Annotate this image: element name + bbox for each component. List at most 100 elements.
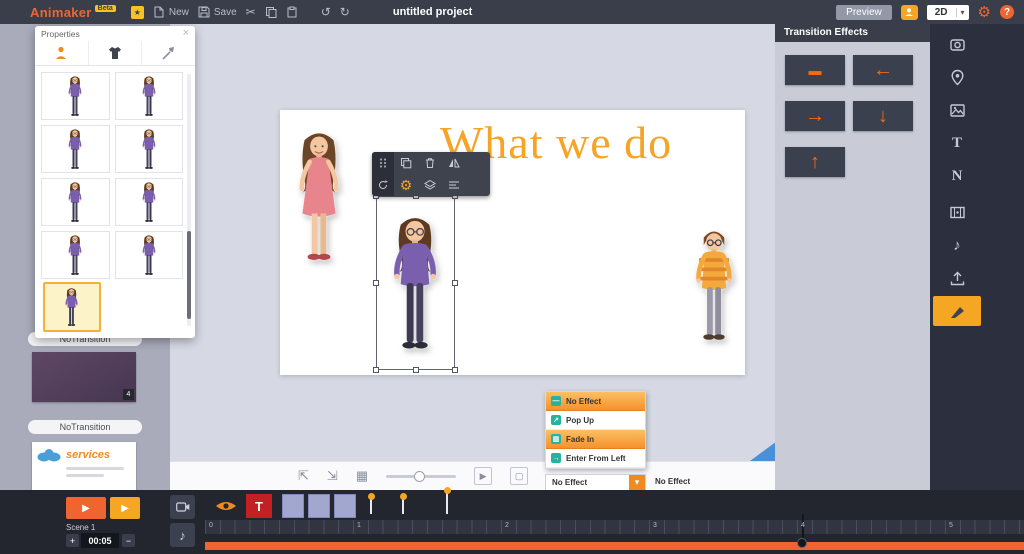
timeline-camera-icon[interactable]: [170, 495, 195, 519]
pose-thumbnail[interactable]: [41, 178, 110, 226]
number-tool-icon[interactable]: N: [933, 162, 981, 191]
ruler-number: 0: [209, 522, 213, 529]
flip-horizontal-icon[interactable]: [442, 152, 466, 174]
timeline-asset-thumb[interactable]: [308, 494, 330, 518]
effect-icon: —: [551, 396, 561, 406]
playhead-knob[interactable]: [797, 538, 807, 548]
zoom-slider-knob[interactable]: [414, 471, 425, 482]
copy-object-icon[interactable]: [394, 152, 418, 174]
resize-handle[interactable]: [452, 367, 458, 373]
camera-icon[interactable]: [933, 30, 981, 59]
character-pink-dress-woman[interactable]: [288, 116, 350, 282]
transition-label[interactable]: NoTransition: [28, 420, 142, 434]
preview-button[interactable]: Preview: [836, 5, 892, 20]
effect-option-no-effect[interactable]: — No Effect: [546, 392, 645, 411]
increase-duration-button[interactable]: +: [66, 534, 79, 547]
fill-screen-icon[interactable]: ⇲: [327, 468, 338, 484]
transition-none-button[interactable]: ▬: [785, 55, 845, 85]
properties-scrollbar-thumb[interactable]: [187, 231, 191, 319]
effect-option-label: Enter From Left: [566, 454, 626, 463]
beta-badge: Beta: [95, 5, 116, 12]
effect-option-fade-in[interactable]: ▥ Fade In: [546, 430, 645, 449]
pose-thumbnail[interactable]: [115, 72, 184, 120]
location-pin-icon[interactable]: [933, 63, 981, 92]
resize-handle[interactable]: [373, 367, 379, 373]
timeline-panel: ▶ ▶ Scene 1 + 00:05 − ♪ T 0 1 2 3 4 5: [0, 490, 1024, 554]
resize-handle[interactable]: [413, 367, 419, 373]
cloud-icon: [36, 447, 62, 463]
fullscreen-icon[interactable]: ▢: [510, 467, 528, 485]
paste-icon[interactable]: [286, 6, 298, 18]
drag-handle[interactable]: [372, 152, 394, 174]
transition-up-button[interactable]: ↑: [785, 147, 845, 177]
close-icon[interactable]: ×: [183, 28, 189, 39]
video-clip-icon[interactable]: [933, 198, 981, 227]
redo-icon[interactable]: ↻: [340, 6, 350, 18]
rotate-icon[interactable]: [372, 174, 394, 196]
pose-thumbnail[interactable]: [115, 231, 184, 279]
copy-icon[interactable]: [265, 6, 277, 18]
tab-outfit[interactable]: [88, 41, 142, 65]
grid-toggle-icon[interactable]: ▦: [356, 468, 368, 484]
scene-thumbnail[interactable]: 4: [32, 352, 136, 402]
music-icon[interactable]: ♪: [933, 231, 981, 260]
effects-tool-selected[interactable]: [933, 296, 981, 326]
upgrade-icon[interactable]: ★: [131, 6, 144, 19]
pose-thumbnail[interactable]: [41, 231, 110, 279]
fit-screen-icon[interactable]: ⇱: [298, 468, 309, 484]
timeline-progress-bar[interactable]: [205, 542, 1024, 550]
pose-thumbnail[interactable]: [115, 125, 184, 173]
transition-right-button[interactable]: →: [785, 101, 845, 131]
pose-thumbnail[interactable]: [115, 178, 184, 226]
timeline-marker-pin[interactable]: [370, 498, 372, 514]
timeline-music-icon[interactable]: ♪: [170, 523, 195, 547]
resize-handle[interactable]: [452, 280, 458, 286]
transition-down-button[interactable]: ↓: [853, 101, 913, 131]
timeline-asset-thumb[interactable]: [282, 494, 304, 518]
decrease-duration-button[interactable]: −: [122, 534, 135, 547]
project-title[interactable]: untitled project: [393, 6, 472, 18]
enter-effect-select[interactable]: No Effect ▾: [545, 474, 646, 491]
scene-thumbnail[interactable]: services: [32, 442, 136, 494]
mode-select[interactable]: 2D ▾: [927, 5, 969, 20]
play-all-button[interactable]: ▶: [110, 497, 140, 519]
play-scene-button[interactable]: ▶: [66, 497, 106, 519]
cut-icon[interactable]: ✂: [246, 6, 256, 18]
tab-action[interactable]: [141, 41, 195, 65]
help-button[interactable]: ?: [1000, 5, 1014, 19]
preview-play-button[interactable]: ▶: [474, 467, 492, 485]
object-settings-gear-icon[interactable]: ⚙: [394, 174, 418, 196]
pose-thumbnail[interactable]: [41, 125, 110, 173]
enter-effect-value: No Effect: [546, 478, 629, 487]
effect-option-enter-from-left[interactable]: → Enter From Left: [546, 449, 645, 468]
settings-gear-icon[interactable]: ⚙: [978, 3, 991, 21]
tab-character[interactable]: [35, 41, 88, 65]
align-icon[interactable]: [442, 174, 466, 196]
character-yellow-shirt-man[interactable]: [686, 212, 742, 364]
undo-icon[interactable]: ↺: [321, 6, 331, 18]
transition-left-button[interactable]: ←: [853, 55, 913, 85]
timeline-marker-pin[interactable]: [446, 492, 448, 514]
resize-handle[interactable]: [373, 280, 379, 286]
text-tool-icon[interactable]: T: [933, 129, 981, 158]
transition-panel-title: Transition Effects: [775, 24, 930, 42]
image-icon[interactable]: [933, 96, 981, 125]
selection-bounding-box[interactable]: [376, 196, 455, 370]
save-button[interactable]: Save: [198, 6, 237, 18]
delete-icon[interactable]: [418, 152, 442, 174]
effect-option-pop-up[interactable]: ↗ Pop Up: [546, 411, 645, 430]
effect-option-label: No Effect: [566, 397, 601, 406]
pose-thumbnail[interactable]: [41, 72, 110, 120]
account-icon[interactable]: [901, 5, 918, 20]
upload-icon[interactable]: [933, 264, 981, 293]
timeline-text-item[interactable]: T: [246, 494, 272, 518]
visibility-eye-icon[interactable]: [215, 499, 237, 513]
new-button[interactable]: New: [153, 6, 189, 18]
timeline-marker-pin[interactable]: [402, 498, 404, 514]
timeline-asset-thumb[interactable]: [334, 494, 356, 518]
layers-icon[interactable]: [418, 174, 442, 196]
ruler-number: 3: [653, 522, 657, 529]
exit-effect-value[interactable]: No Effect: [655, 477, 690, 486]
pose-thumbnail-selected[interactable]: [43, 282, 101, 332]
zoom-slider[interactable]: [386, 475, 456, 478]
